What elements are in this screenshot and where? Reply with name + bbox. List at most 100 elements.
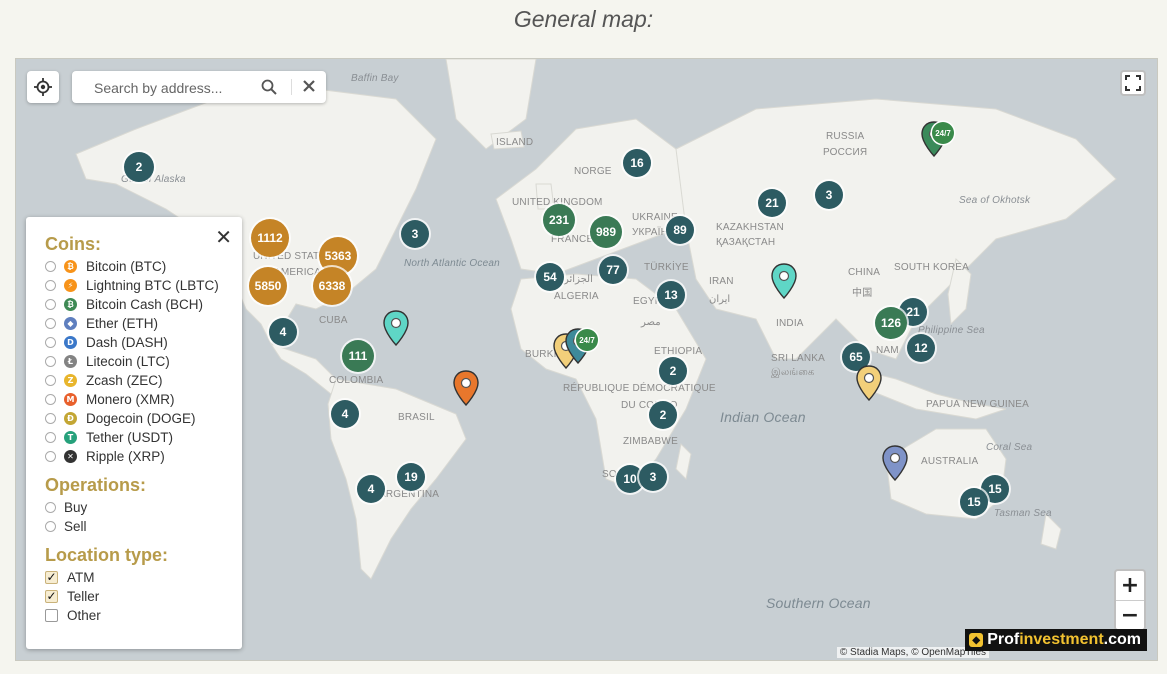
coin-label: Litecoin (LTC) <box>86 354 170 369</box>
marker-cluster[interactable]: 16 <box>623 149 651 177</box>
radio-button[interactable] <box>45 280 56 291</box>
coin-label: Bitcoin (BTC) <box>86 259 167 274</box>
marker-cluster[interactable]: 2 <box>124 152 154 182</box>
coin-option[interactable]: ₿ Bitcoin Cash (BCH) <box>45 295 242 314</box>
coin-label: Ether (ETH) <box>86 316 159 331</box>
map-container[interactable]: Baffin Bay ISLAND NORGE RUSSIA РОССИЯ Se… <box>15 58 1158 661</box>
radio-button[interactable] <box>45 413 56 424</box>
coin-label: Dogecoin (DOGE) <box>86 411 196 426</box>
marker-cluster[interactable]: 5850 <box>249 267 287 305</box>
label-rep-dem: RÉPUBLIQUE DÉMOCRATIQUE <box>563 383 716 394</box>
marker-cluster[interactable]: 54 <box>536 263 564 291</box>
coin-label: Bitcoin Cash (BCH) <box>86 297 204 312</box>
location-type-option[interactable]: ✓ ATM <box>45 568 242 587</box>
checkbox[interactable]: ✓ <box>45 571 58 584</box>
coin-option[interactable]: Ð Dogecoin (DOGE) <box>45 409 242 428</box>
radio-button[interactable] <box>45 432 56 443</box>
filter-panel: ✕ Coins: ₿ Bitcoin (BTC) ⚡ Lightning BTC (L… <box>26 217 242 649</box>
location-type-title: Location type: <box>45 545 169 565</box>
location-type-option[interactable]: ✓ Teller <box>45 587 242 606</box>
marker-cluster[interactable]: 111 <box>342 340 374 372</box>
coin-option[interactable]: ₿ Bitcoin (BTC) <box>45 257 242 276</box>
marker-cluster[interactable]: 3 <box>401 220 429 248</box>
fullscreen-button[interactable] <box>1120 70 1146 96</box>
radio-button[interactable] <box>45 502 56 513</box>
zoom-out-button[interactable]: − <box>1116 601 1144 630</box>
marker-cluster[interactable]: 19 <box>397 463 425 491</box>
coin-option[interactable]: D Dash (DASH) <box>45 333 242 352</box>
map-pin-icon[interactable] <box>453 370 479 411</box>
coin-option[interactable]: ◆ Ether (ETH) <box>45 314 242 333</box>
operation-option[interactable]: Buy <box>45 498 242 517</box>
coin-option[interactable]: M Monero (XMR) <box>45 390 242 409</box>
marker-cluster[interactable]: 1112 <box>251 219 289 257</box>
marker-cluster[interactable]: 989 <box>590 216 622 248</box>
marker-cluster[interactable]: 231 <box>543 204 575 236</box>
label-zimbabwe: ZIMBABWE <box>623 436 678 447</box>
coin-option[interactable]: Ł Litecoin (LTC) <box>45 352 242 371</box>
location-type-list: ✓ ATM ✓ Teller Other <box>45 568 242 625</box>
marker-cluster[interactable]: 77 <box>599 256 627 284</box>
marker-cluster[interactable]: 4 <box>269 318 297 346</box>
location-type-option[interactable]: Other <box>45 606 242 625</box>
marker-cluster[interactable]: 2 <box>649 401 677 429</box>
label-norge: NORGE <box>574 166 612 177</box>
operations-list: Buy Sell <box>45 498 242 536</box>
open-24-7-badge: 24/7 <box>576 329 598 351</box>
marker-cluster[interactable]: 6338 <box>313 267 351 305</box>
marker-cluster[interactable]: 21 <box>758 189 786 217</box>
marker-cluster[interactable]: 126 <box>875 307 907 339</box>
radio-button[interactable] <box>45 451 56 462</box>
radio-button[interactable] <box>45 521 56 532</box>
watermark-suffix: .com <box>1103 631 1141 648</box>
radio-button[interactable] <box>45 299 56 310</box>
search-input[interactable] <box>92 77 256 99</box>
radio-button[interactable] <box>45 356 56 367</box>
coin-option[interactable]: ⚡ Lightning BTC (LBTC) <box>45 276 242 295</box>
marker-cluster[interactable]: 3 <box>639 463 667 491</box>
label-egypt-ar: مصر <box>641 317 661 328</box>
crosshair-icon <box>34 78 52 96</box>
zoom-in-button[interactable]: + <box>1116 571 1144 601</box>
radio-button[interactable] <box>45 337 56 348</box>
marker-cluster[interactable]: 4 <box>331 400 359 428</box>
fullscreen-icon <box>1125 75 1141 91</box>
coin-label: Monero (XMR) <box>86 392 175 407</box>
map-pin-icon[interactable] <box>383 310 409 351</box>
marker-cluster[interactable]: 4 <box>357 475 385 503</box>
coin-option[interactable]: Z Zcash (ZEC) <box>45 371 242 390</box>
marker-cluster[interactable]: 15 <box>960 488 988 516</box>
marker-cluster[interactable]: 2 <box>659 357 687 385</box>
search-icon[interactable] <box>261 79 277 100</box>
marker-cluster[interactable]: 89 <box>666 216 694 244</box>
label-baffin-bay: Baffin Bay <box>351 73 399 84</box>
coin-option[interactable]: ✕ Ripple (XRP) <box>45 447 242 466</box>
map-pin-icon[interactable] <box>856 365 882 406</box>
coin-label: Tether (USDT) <box>86 430 174 445</box>
checkbox[interactable] <box>45 609 58 622</box>
radio-button[interactable] <box>45 375 56 386</box>
label-brasil: BRASIL <box>398 412 435 423</box>
marker-cluster[interactable]: 3 <box>815 181 843 209</box>
map-pin-icon[interactable] <box>882 445 908 486</box>
coin-option[interactable]: T Tether (USDT) <box>45 428 242 447</box>
operation-option[interactable]: Sell <box>45 517 242 536</box>
marker-cluster[interactable]: 13 <box>657 281 685 309</box>
dogecoin-icon: Ð <box>64 412 77 425</box>
open-24-7-badge: 24/7 <box>932 122 954 144</box>
radio-button[interactable] <box>45 318 56 329</box>
close-icon[interactable]: ✕ <box>215 227 232 247</box>
marker-cluster[interactable]: 12 <box>907 334 935 362</box>
label-sri-lanka-ta: இலங்கை <box>771 367 815 378</box>
checkbox[interactable]: ✓ <box>45 590 58 603</box>
radio-button[interactable] <box>45 261 56 272</box>
locate-button[interactable] <box>27 71 59 103</box>
radio-button[interactable] <box>45 394 56 405</box>
page-title: General map: <box>513 6 654 32</box>
coin-label: Dash (DASH) <box>86 335 168 350</box>
close-icon[interactable] <box>302 79 316 98</box>
map-pin-icon[interactable] <box>771 263 797 304</box>
operation-label: Buy <box>64 500 88 515</box>
watermark-prefix: Prof <box>987 631 1020 648</box>
watermark: ◆ Prof investment .com <box>965 629 1147 651</box>
